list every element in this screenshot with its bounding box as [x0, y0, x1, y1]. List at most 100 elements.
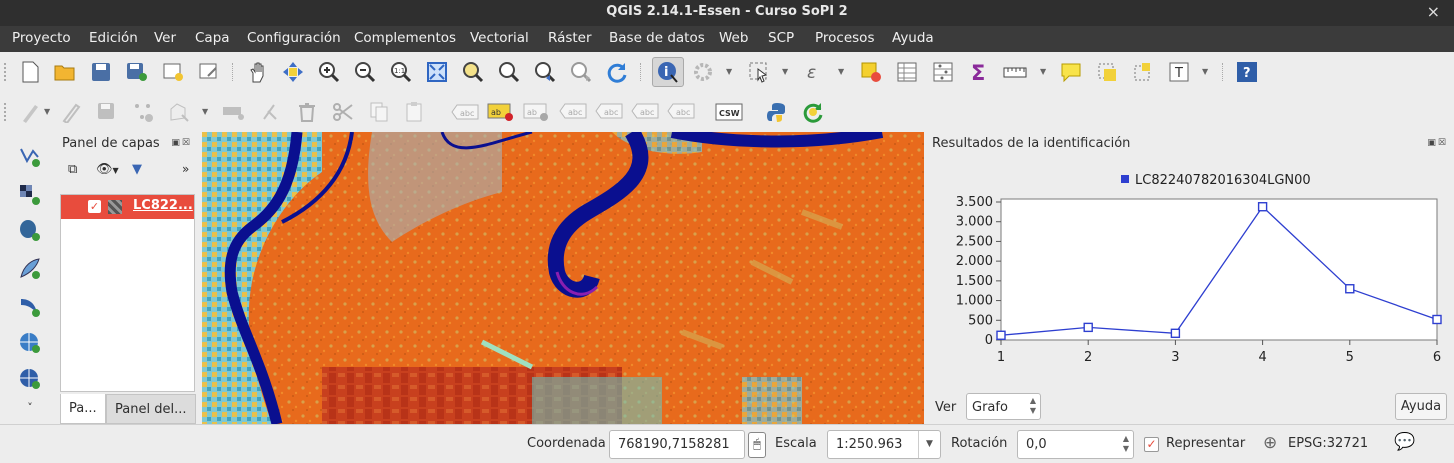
map-tips-icon[interactable] [1058, 59, 1084, 85]
toggle-extents-mouse-icon[interactable]: 🖱 [748, 432, 766, 458]
chevron-down-icon[interactable]: ▼ [202, 107, 208, 116]
filter-legend-icon[interactable]: ▼ [132, 162, 142, 177]
pan-hand-icon[interactable] [245, 59, 271, 85]
zoom-to-selection-icon[interactable] [460, 59, 486, 85]
chevron-down-icon[interactable]: ▼ [1040, 67, 1046, 76]
layer-labeling-icon[interactable]: abc [450, 99, 480, 125]
menu-ver[interactable]: Ver [154, 30, 176, 46]
zoom-next-icon[interactable] [568, 59, 594, 85]
menu-vectorial[interactable]: Vectorial [470, 30, 529, 46]
zoom-last-icon[interactable] [532, 59, 558, 85]
add-postgis-layer-icon[interactable] [17, 218, 43, 244]
panel-float-close-icons[interactable]: ▣☒ [1427, 138, 1448, 148]
paste-features-icon[interactable] [402, 99, 428, 125]
menu-scp[interactable]: SCP [768, 30, 794, 46]
new-bookmark-icon[interactable] [1094, 59, 1120, 85]
zoom-to-layer-icon[interactable] [496, 59, 522, 85]
open-project-icon[interactable] [52, 59, 78, 85]
cut-features-icon[interactable] [330, 99, 356, 125]
save-project-icon[interactable] [88, 59, 114, 85]
copy-features-icon[interactable] [366, 99, 392, 125]
deselect-all-icon[interactable] [858, 59, 884, 85]
show-hide-labels-icon[interactable]: abc [558, 99, 588, 125]
layer-visibility-checkbox[interactable]: ✓ [88, 200, 101, 213]
add-wms-layer-icon[interactable] [17, 330, 43, 356]
layer-item-lc822[interactable]: ✓ LC822... [61, 195, 194, 219]
add-wcs-layer-icon[interactable] [17, 366, 43, 392]
zoom-in-icon[interactable] [316, 59, 342, 85]
pin-labels-icon[interactable]: ab [486, 99, 516, 125]
chevron-down-icon[interactable]: ▼ [1202, 67, 1208, 76]
toolbar-grip[interactable] [4, 63, 7, 81]
select-by-expression-icon[interactable]: ε [802, 59, 828, 85]
scale-combo[interactable]: 1:250.963 ▼ [827, 430, 941, 459]
menu-base-de-datos[interactable]: Base de datos [609, 30, 705, 46]
move-label-icon[interactable]: abc [594, 99, 624, 125]
add-spatialite-layer-icon[interactable] [17, 256, 43, 282]
chevron-down-icon[interactable]: ▼ [726, 67, 732, 76]
coordinate-field[interactable]: 768190,7158281 [609, 430, 745, 459]
add-feature-icon[interactable] [130, 99, 156, 125]
view-mode-select[interactable]: Grafo ▲ ▼ [966, 393, 1041, 420]
chevron-down-icon[interactable]: ▼ [918, 431, 940, 458]
pan-to-selection-icon[interactable] [280, 59, 306, 85]
crs-globe-icon[interactable]: ⊕ [1263, 433, 1277, 453]
expand-toolbar-icon[interactable]: » [182, 162, 189, 176]
statistical-summary-icon[interactable]: Σ [966, 59, 992, 85]
spin-arrows-icon[interactable]: ▲ ▼ [1123, 434, 1129, 454]
messages-icon[interactable]: 💬 [1394, 432, 1415, 452]
text-annotation-icon[interactable]: T [1166, 59, 1192, 85]
menu-capa[interactable]: Capa [195, 30, 230, 46]
menu-configuracion[interactable]: Configuración [247, 30, 341, 46]
zoom-native-resolution-icon[interactable]: 1:1 [388, 59, 414, 85]
delete-selected-icon[interactable] [294, 99, 320, 125]
measure-line-icon[interactable] [1002, 59, 1028, 85]
help-button[interactable]: Ayuda [1395, 393, 1447, 420]
menu-raster[interactable]: Ráster [548, 30, 592, 46]
more-tools-chevron-icon[interactable]: ˅ [17, 394, 43, 420]
save-as-icon[interactable] [124, 59, 150, 85]
add-mssql-layer-icon[interactable] [17, 294, 43, 320]
visibility-eye-icon[interactable]: 👁▼ [96, 162, 119, 177]
tab-browser-panel[interactable]: Panel del... [106, 394, 196, 424]
show-bookmarks-icon[interactable] [1130, 59, 1156, 85]
current-edits-icon[interactable] [17, 99, 43, 125]
field-calculator-icon[interactable] [930, 59, 956, 85]
menu-procesos[interactable]: Procesos [815, 30, 874, 46]
change-label-icon[interactable]: abc [666, 99, 696, 125]
menu-web[interactable]: Web [719, 30, 748, 46]
menu-ayuda[interactable]: Ayuda [892, 30, 934, 46]
rotation-spinbox[interactable]: 0,0 ▲ ▼ [1017, 430, 1134, 459]
add-vector-layer-icon[interactable] [17, 144, 43, 170]
new-print-composer-icon[interactable] [160, 59, 186, 85]
attribute-table-icon[interactable] [894, 59, 920, 85]
toggle-editing-icon[interactable] [58, 99, 84, 125]
save-layer-edits-icon[interactable] [94, 99, 120, 125]
tab-layers-panel[interactable]: Pa... [60, 394, 106, 424]
refresh-icon[interactable] [604, 59, 630, 85]
scp-refresh-icon[interactable] [800, 99, 826, 125]
node-tool-icon[interactable] [220, 99, 246, 125]
csw-icon[interactable]: CSW [714, 99, 744, 125]
menu-edicion[interactable]: Edición [89, 30, 138, 46]
zoom-full-icon[interactable] [424, 59, 450, 85]
menu-complementos[interactable]: Complementos [354, 30, 456, 46]
close-window-button[interactable]: × [1427, 0, 1440, 24]
map-canvas[interactable] [202, 132, 924, 424]
crs-status[interactable]: EPSG:32721 [1288, 436, 1368, 451]
rotate-label-icon[interactable]: abc [630, 99, 660, 125]
panel-float-close-icons[interactable]: ▣☒ [171, 138, 192, 148]
composer-manager-icon[interactable] [196, 59, 222, 85]
chevron-down-icon[interactable]: ▼ [782, 67, 788, 76]
add-raster-layer-icon[interactable] [17, 182, 43, 208]
zoom-out-icon[interactable] [352, 59, 378, 85]
action-gear-icon[interactable] [690, 59, 716, 85]
identify-features-icon[interactable]: i [652, 57, 684, 87]
toolbar-grip[interactable] [4, 103, 7, 121]
move-feature-icon[interactable] [166, 99, 192, 125]
select-features-icon[interactable] [746, 59, 772, 85]
chevron-down-icon[interactable]: ▼ [44, 107, 50, 116]
chevron-down-icon[interactable]: ▼ [838, 67, 844, 76]
help-icon[interactable]: ? [1234, 59, 1260, 85]
add-group-icon[interactable]: ⧉ [68, 162, 77, 177]
